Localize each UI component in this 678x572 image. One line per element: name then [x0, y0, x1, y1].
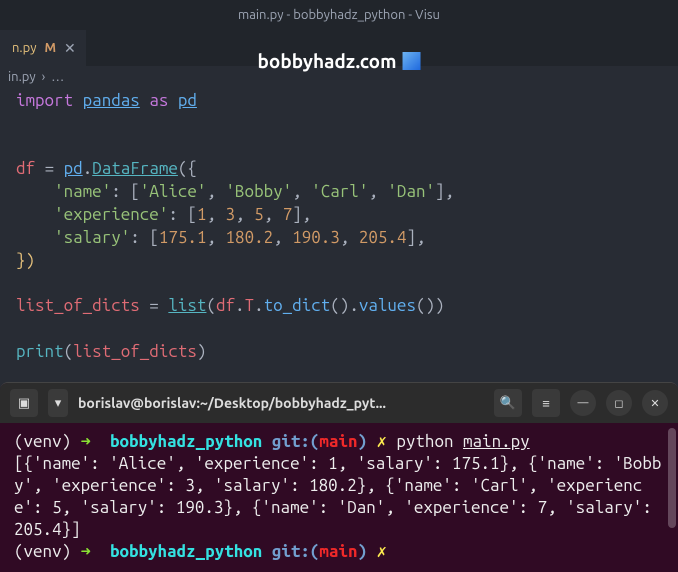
tab-main-py[interactable]: n.py M ✕	[0, 30, 86, 66]
minimize-icon[interactable]: —	[570, 390, 596, 416]
venv-prefix: (venv)	[14, 432, 71, 451]
maximize-icon[interactable]: ◻	[606, 390, 632, 416]
prompt-dir: bobbyhadz_python	[110, 432, 262, 451]
fn-print: print	[16, 342, 64, 361]
fn-dataframe: DataFrame	[92, 159, 178, 178]
cmd-python: python	[396, 432, 453, 451]
terminal-body[interactable]: (venv) ➜ bobbyhadz_python git:(main) ✗ p…	[0, 423, 678, 571]
ref-pd: pd	[64, 159, 83, 178]
module-pandas: pandas	[83, 91, 140, 110]
fn-to-dict: to_dict	[264, 296, 331, 315]
tab-modified-indicator: M	[44, 41, 56, 55]
window-titlebar: main.py - bobbyhadz_python - Visu	[0, 0, 678, 30]
terminal-titlebar: ▣ ▾ borislav@borislav:~/Desktop/bobbyhad…	[0, 383, 678, 423]
terminal-panel: ▣ ▾ borislav@borislav:~/Desktop/bobbyhad…	[0, 382, 678, 572]
tab-close-icon[interactable]: ✕	[64, 40, 76, 57]
breadcrumb-more: …	[51, 70, 64, 84]
watermark-text: bobbyhadz.com	[258, 50, 397, 72]
git-dirty-icon: ✗	[377, 432, 387, 451]
search-icon[interactable]: 🔍	[494, 389, 522, 417]
git-close: )	[358, 432, 368, 451]
terminal-output: [{'name': 'Alice', 'experience': 1, 'sal…	[14, 454, 661, 539]
close-icon[interactable]: ✕	[642, 390, 668, 416]
var-list-of-dicts: list_of_dicts	[16, 296, 140, 315]
breadcrumb-separator: ›	[42, 70, 46, 84]
code-editor[interactable]: import pandas as pd df = pd.DataFrame({ …	[0, 88, 678, 372]
fn-list: list	[168, 296, 206, 315]
var-df: df	[16, 159, 35, 178]
window-title: main.py - bobbyhadz_python - Visu	[238, 8, 440, 22]
breadcrumb-file: in.py	[8, 70, 36, 84]
prompt-arrow: ➜	[81, 432, 91, 451]
keyword-import: import	[16, 91, 73, 110]
git-branch: main	[319, 432, 357, 451]
cube-icon	[402, 52, 420, 70]
tab-filename: n.py	[12, 41, 36, 55]
git-open: git:(	[272, 432, 320, 451]
terminal-scrollbar[interactable]	[668, 428, 676, 528]
terminal-new-tab-icon[interactable]: ▣	[10, 389, 38, 417]
alias-pd: pd	[178, 91, 197, 110]
cmd-file: main.py	[463, 432, 530, 451]
keyword-as: as	[149, 91, 168, 110]
fn-values: values	[359, 296, 416, 315]
terminal-dropdown-icon[interactable]: ▾	[48, 389, 68, 417]
op-eq: =	[45, 159, 55, 178]
watermark: bobbyhadz.com	[258, 50, 421, 72]
menu-icon[interactable]: ≡	[532, 389, 560, 417]
terminal-title: borislav@borislav:~/Desktop/bobbyhadz_py…	[78, 395, 484, 411]
